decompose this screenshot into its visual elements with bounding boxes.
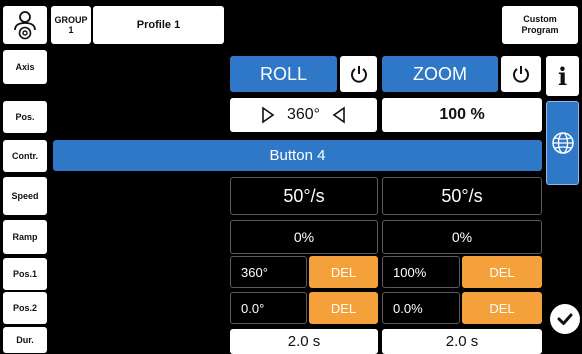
- zoom-ramp-value: 0%: [451, 229, 473, 245]
- roll-pos2-value: 0.0°: [241, 300, 265, 316]
- roll-position-stepper[interactable]: 360°: [230, 98, 377, 132]
- confirm-button[interactable]: [550, 304, 580, 334]
- info-button[interactable]: i: [546, 56, 579, 96]
- controller-button[interactable]: Button 4: [53, 140, 542, 171]
- program-label: Program: [521, 25, 559, 35]
- power-icon: [350, 66, 367, 83]
- zoom-position-field[interactable]: 100 %: [382, 98, 542, 132]
- zoom-ramp-field[interactable]: 0%: [382, 220, 542, 254]
- zoom-axis-button[interactable]: ZOOM: [382, 56, 498, 92]
- roll-ramp-value: 0%: [293, 229, 315, 245]
- zoom-pos2-field[interactable]: 0.0%: [382, 292, 460, 324]
- zoom-position-value: 100 %: [439, 106, 485, 123]
- custom-program-button[interactable]: Custom Program: [502, 6, 578, 44]
- row-label-axis: Axis: [3, 50, 47, 84]
- roll-pos2-del-label: DEL: [330, 300, 357, 316]
- roll-duration-field[interactable]: 2.0 s: [230, 329, 378, 354]
- zoom-power-button[interactable]: [501, 56, 541, 92]
- zoom-duration-field[interactable]: 2.0 s: [382, 329, 542, 354]
- zoom-pos2-del-label: DEL: [489, 300, 515, 316]
- group-button[interactable]: GROUP 1: [51, 6, 91, 44]
- zoom-pos1-value: 100%: [393, 264, 427, 280]
- zoom-pos1-del-label: DEL: [489, 264, 515, 280]
- row-label-ramp: Ramp: [3, 220, 47, 254]
- roll-duration-value: 2.0 s: [287, 333, 321, 350]
- group-number: 1: [68, 25, 74, 35]
- row-label-pos1: Pos.1: [3, 258, 47, 290]
- row-label-contr: Contr.: [3, 140, 47, 172]
- zoom-pos1-field[interactable]: 100%: [382, 256, 460, 288]
- power-icon: [513, 66, 529, 83]
- custom-label: Custom: [523, 14, 557, 24]
- roll-title: ROLL: [259, 63, 308, 84]
- row-label-dur: Dur.: [3, 327, 47, 353]
- roll-pos1-field[interactable]: 360°: [230, 256, 307, 288]
- zoom-pos1-del-button[interactable]: DEL: [462, 256, 542, 288]
- profile-button[interactable]: Profile 1: [93, 6, 224, 44]
- roll-pos1-del-button[interactable]: DEL: [309, 256, 378, 288]
- zoom-title: ZOOM: [413, 63, 467, 84]
- settings-user-button[interactable]: [3, 6, 47, 44]
- zoom-pos2-value: 0.0%: [393, 300, 423, 316]
- info-icon: i: [557, 61, 568, 91]
- roll-ramp-field[interactable]: 0%: [230, 220, 378, 254]
- roll-pos2-field[interactable]: 0.0°: [230, 292, 307, 324]
- profile-label: Profile 1: [136, 19, 181, 31]
- row-label-speed: Speed: [3, 177, 47, 215]
- zoom-duration-value: 2.0 s: [445, 333, 479, 350]
- zoom-pos2-del-button[interactable]: DEL: [462, 292, 542, 324]
- roll-speed-field[interactable]: 50°/s: [230, 177, 378, 215]
- roll-pos1-del-label: DEL: [330, 264, 357, 280]
- globe-button[interactable]: [546, 101, 579, 185]
- globe-icon: [551, 132, 574, 154]
- row-label-pos: Pos.: [3, 101, 47, 133]
- zoom-speed-field[interactable]: 50°/s: [382, 177, 542, 215]
- zoom-speed-value: 50°/s: [441, 185, 483, 206]
- checkmark-icon: [557, 313, 573, 325]
- roll-power-button[interactable]: [340, 56, 377, 92]
- roll-pos2-del-button[interactable]: DEL: [309, 292, 378, 324]
- roll-axis-button[interactable]: ROLL: [230, 56, 337, 92]
- controller-label: Button 4: [269, 147, 326, 164]
- user-gear-icon: [14, 11, 36, 40]
- triangle-left-icon[interactable]: [332, 106, 346, 124]
- roll-position-value: 360°: [286, 106, 321, 123]
- roll-pos1-value: 360°: [241, 264, 268, 280]
- group-label: GROUP: [54, 15, 88, 25]
- row-label-pos2: Pos.2: [3, 292, 47, 324]
- roll-speed-value: 50°/s: [283, 185, 325, 206]
- triangle-right-icon[interactable]: [261, 106, 275, 124]
